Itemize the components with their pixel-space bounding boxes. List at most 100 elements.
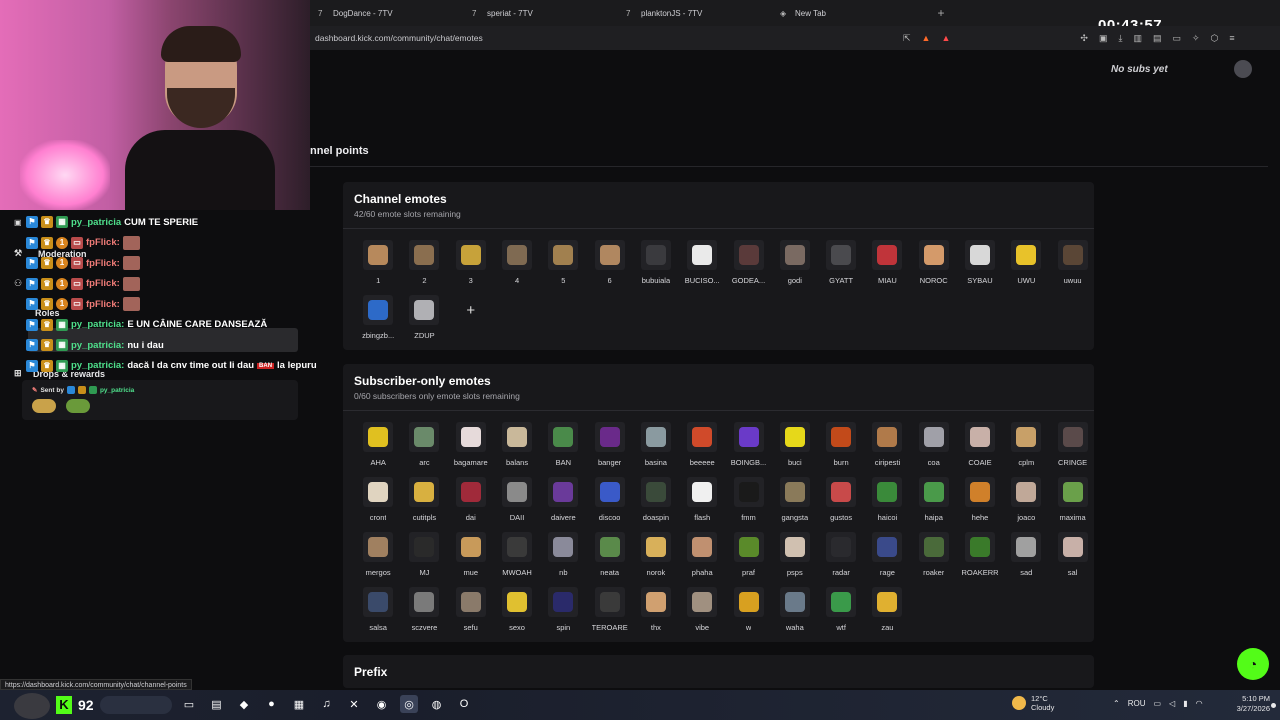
- emote-tile[interactable]: roaker: [911, 529, 957, 584]
- emote-tile[interactable]: mergos: [355, 529, 401, 584]
- emote-tile[interactable]: 5: [540, 237, 586, 292]
- emote-tile[interactable]: banger: [586, 419, 632, 474]
- emote-tile[interactable]: ROAKERR: [957, 529, 1003, 584]
- extensions-icon[interactable]: ✣: [1080, 33, 1088, 44]
- emote-tile[interactable]: w: [725, 584, 771, 639]
- emote-tile[interactable]: zau: [864, 584, 910, 639]
- emote-tile[interactable]: haicoi: [864, 474, 910, 529]
- language-indicator[interactable]: ROU: [1128, 699, 1146, 708]
- emote-tile[interactable]: basina: [633, 419, 679, 474]
- emote-tile[interactable]: bubuiala: [633, 237, 679, 292]
- emote-tile[interactable]: radar: [818, 529, 864, 584]
- profile-avatar[interactable]: [1234, 60, 1252, 78]
- emote-tile[interactable]: salsa: [355, 584, 401, 639]
- emote-tile[interactable]: norok: [633, 529, 679, 584]
- notification-icon[interactable]: [1271, 703, 1276, 708]
- emote-tile[interactable]: maxima: [1049, 474, 1095, 529]
- steam-icon[interactable]: ◎: [400, 695, 418, 713]
- emote-tile[interactable]: sexo: [494, 584, 540, 639]
- emote-tile[interactable]: sal: [1049, 529, 1095, 584]
- xbox-icon[interactable]: ✕: [345, 695, 363, 713]
- url-field[interactable]: dashboard.kick.com/community/chat/emotes: [315, 33, 895, 43]
- emote-tile[interactable]: nb: [540, 529, 586, 584]
- emote-tile[interactable]: coa: [911, 419, 957, 474]
- emote-tile[interactable]: hehe: [957, 474, 1003, 529]
- store-icon[interactable]: ▦: [290, 695, 308, 713]
- emote-tile[interactable]: zbingzb...: [355, 292, 401, 347]
- emote-tile[interactable]: COAIE: [957, 419, 1003, 474]
- chrome-icon[interactable]: ◍: [428, 695, 446, 713]
- emote-tile[interactable]: beeeee: [679, 419, 725, 474]
- emote-tile[interactable]: cront: [355, 474, 401, 529]
- emote-tile[interactable]: DAII: [494, 474, 540, 529]
- sidebar-item-community[interactable]: ⚇: [14, 278, 24, 289]
- emote-tile[interactable]: GODEA...: [725, 237, 771, 292]
- emote-tile[interactable]: vibe: [679, 584, 725, 639]
- emote-tile[interactable]: waha: [772, 584, 818, 639]
- emote-tile[interactable]: sczvere: [401, 584, 447, 639]
- discord-icon[interactable]: ◉: [373, 695, 391, 713]
- emote-tile[interactable]: gangsta: [772, 474, 818, 529]
- split-view-icon[interactable]: ▤: [1153, 33, 1162, 44]
- emote-tile[interactable]: doaspin: [633, 474, 679, 529]
- sidebar-toggle-icon[interactable]: ▥: [1133, 33, 1142, 44]
- browser-tab[interactable]: 7 speriat - 7TV: [464, 0, 618, 26]
- emote-tile[interactable]: joaco: [1003, 474, 1049, 529]
- emote-tile[interactable]: dai: [448, 474, 494, 529]
- emote-tile[interactable]: sefu: [448, 584, 494, 639]
- help-chat-button[interactable]: ◔: [1237, 648, 1269, 680]
- rewards-icon[interactable]: ▲: [941, 33, 950, 44]
- emote-tile[interactable]: 4: [494, 237, 540, 292]
- add-emote-button[interactable]: +: [448, 292, 494, 347]
- emote-tile[interactable]: balans: [494, 419, 540, 474]
- emote-tile[interactable]: BAN: [540, 419, 586, 474]
- emote-tile[interactable]: neata: [586, 529, 632, 584]
- emote-tile[interactable]: flash: [679, 474, 725, 529]
- emote-tile[interactable]: rage: [864, 529, 910, 584]
- emote-tile[interactable]: fmm: [725, 474, 771, 529]
- emote-tile[interactable]: bagamare: [448, 419, 494, 474]
- screenshot-icon[interactable]: ▣: [1099, 33, 1108, 44]
- emote-tile[interactable]: praf: [725, 529, 771, 584]
- emote-tile[interactable]: cutitpls: [401, 474, 447, 529]
- emote-tile[interactable]: UWU: [1003, 237, 1049, 292]
- taskbar-search[interactable]: [100, 696, 172, 714]
- emote-tile[interactable]: ZDUP: [401, 292, 447, 347]
- emote-tile[interactable]: 6: [586, 237, 632, 292]
- brave-icon[interactable]: ◆: [235, 695, 253, 713]
- browser-tab[interactable]: 7 planktonJS - 7TV: [618, 0, 772, 26]
- emote-tile[interactable]: discoo: [586, 474, 632, 529]
- obs-icon[interactable]: ●: [263, 695, 281, 713]
- volume-icon[interactable]: ◁: [1169, 699, 1175, 708]
- browser-tab-active[interactable]: ◈ New Tab: [772, 0, 926, 26]
- download-icon[interactable]: ⤓: [1118, 33, 1122, 44]
- new-tab-button[interactable]: +: [926, 6, 956, 20]
- emote-tile[interactable]: MWOAH: [494, 529, 540, 584]
- emote-tile[interactable]: GYATT: [818, 237, 864, 292]
- taskview-icon[interactable]: ▭: [180, 695, 198, 713]
- emote-tile[interactable]: MIAU: [864, 237, 910, 292]
- emote-tile[interactable]: TEROARE: [586, 584, 632, 639]
- vpn-icon[interactable]: ⬡: [1211, 33, 1219, 44]
- emote-tile[interactable]: burn: [818, 419, 864, 474]
- emote-tile[interactable]: AHA: [355, 419, 401, 474]
- browser-tab[interactable]: 7 DogDance - 7TV: [310, 0, 464, 26]
- emote-tile[interactable]: 1: [355, 237, 401, 292]
- leo-icon[interactable]: ✧: [1192, 33, 1200, 44]
- battery-icon[interactable]: ▮: [1183, 699, 1187, 708]
- emote-tile[interactable]: psps: [772, 529, 818, 584]
- share-icon[interactable]: ⇱: [903, 33, 911, 44]
- folder-icon[interactable]: ▤: [208, 695, 226, 713]
- emote-tile[interactable]: cplm: [1003, 419, 1049, 474]
- emote-tile[interactable]: arc: [401, 419, 447, 474]
- system-clock[interactable]: 5:10 PM 3/27/2026: [1226, 694, 1270, 714]
- emote-tile[interactable]: wtf: [818, 584, 864, 639]
- emote-tile[interactable]: spin: [540, 584, 586, 639]
- emote-tile[interactable]: MJ: [401, 529, 447, 584]
- emote-tile[interactable]: phaha: [679, 529, 725, 584]
- emote-tile[interactable]: sad: [1003, 529, 1049, 584]
- brave-shield-icon[interactable]: ▲: [922, 33, 931, 44]
- emote-tile[interactable]: haipa: [911, 474, 957, 529]
- tab-channel-points[interactable]: nnel points: [310, 145, 369, 157]
- emote-tile[interactable]: mue: [448, 529, 494, 584]
